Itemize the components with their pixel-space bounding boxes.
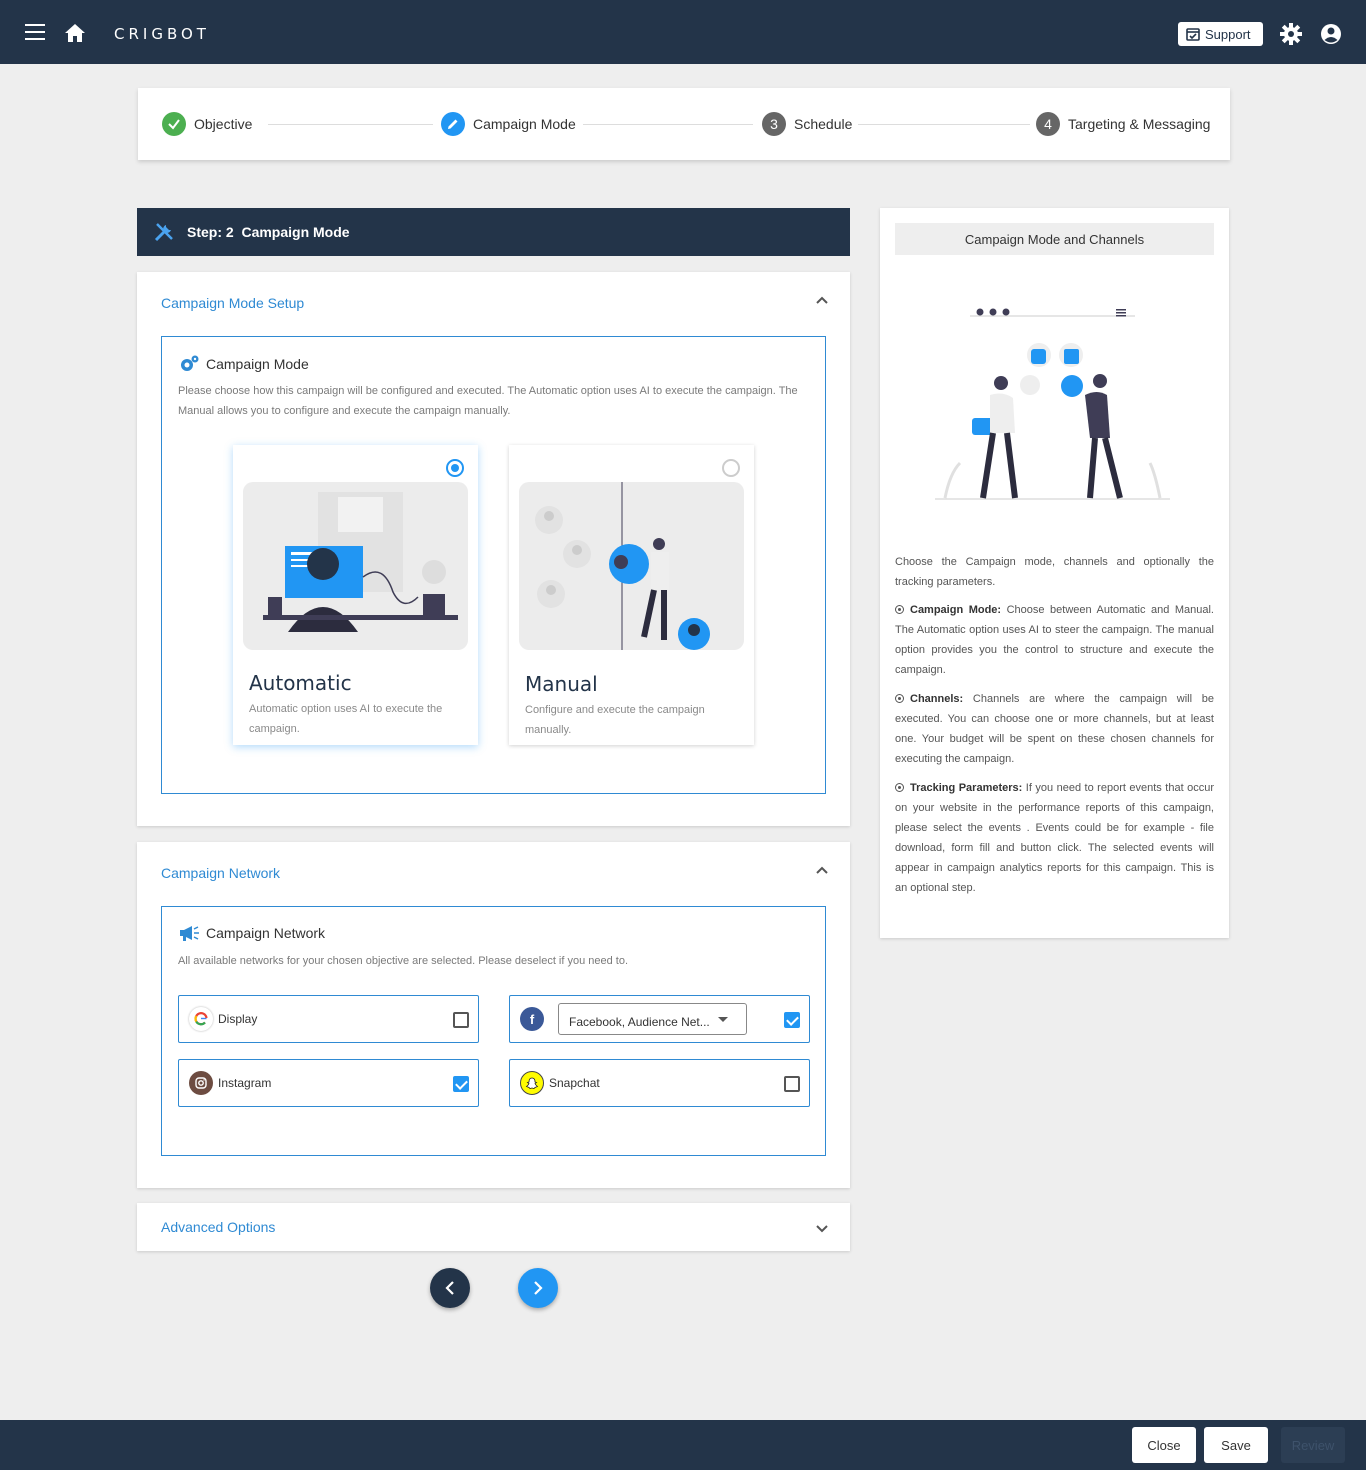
box-title: Campaign Network <box>206 925 326 941</box>
app-brand[interactable]: CRIGBOT <box>114 25 210 43</box>
info-item-channels: Channels: Channels are where the campaig… <box>895 689 1214 769</box>
mode-title: Manual <box>525 672 598 696</box>
network-label: Snapchat <box>549 1076 600 1090</box>
close-button[interactable]: Close <box>1132 1427 1196 1463</box>
step-label: Schedule <box>794 116 853 132</box>
radio-manual[interactable] <box>722 459 740 477</box>
info-text: If you need to report events that occur … <box>895 782 1215 894</box>
campaign-mode-setup-panel: Campaign Mode Setup Campaign Mode Please… <box>137 272 850 826</box>
step-header-label: Step: 2 Campaign Mode <box>187 224 350 240</box>
automatic-illustration <box>243 482 468 650</box>
campaign-mode-box: Campaign Mode Please choose how this cam… <box>161 336 826 794</box>
previous-step-button[interactable] <box>430 1268 470 1308</box>
review-button: Review <box>1281 1427 1345 1463</box>
chevron-right-icon <box>534 1281 543 1295</box>
info-intro: Choose the Campaign mode, channels and o… <box>895 556 1214 588</box>
top-app-bar: CRIGBOT Support <box>0 0 1366 64</box>
chevron-left-icon <box>445 1281 454 1295</box>
chevron-down-icon[interactable] <box>816 1225 828 1233</box>
step-header: Step: 2 Campaign Mode <box>137 208 850 256</box>
mode-card-manual[interactable]: Manual Configure and execute the campaig… <box>509 445 754 745</box>
social-channels-illustration <box>935 308 1170 500</box>
tools-icon <box>154 223 173 242</box>
radio-bullet-icon <box>895 605 904 614</box>
hamburger-menu-icon[interactable] <box>25 24 45 40</box>
facebook-placements-select[interactable]: Facebook, Audience Net... <box>558 1003 747 1035</box>
footer-bar: Close Save Review <box>0 1420 1366 1470</box>
info-item-campaign-mode: Campaign Mode: Choose between Automatic … <box>895 600 1214 680</box>
stepper-connector <box>268 124 433 125</box>
instagram-icon <box>189 1071 213 1095</box>
campaign-network-heading: Campaign Network <box>178 924 325 942</box>
caret-down-icon <box>718 1017 728 1022</box>
info-title: Campaign Mode and Channels <box>895 223 1214 255</box>
chevron-up-icon[interactable] <box>816 296 828 304</box>
campaign-mode-description: Please choose how this campaign will be … <box>178 385 798 417</box>
facebook-checkbox[interactable] <box>784 1012 800 1028</box>
step-schedule[interactable]: 3 Schedule <box>762 112 852 136</box>
step-targeting-messaging[interactable]: 4 Targeting & Messaging <box>1036 112 1210 136</box>
step-label: Objective <box>194 116 253 132</box>
megaphone-icon <box>180 926 199 941</box>
network-item-snapchat[interactable]: Snapchat <box>509 1059 810 1107</box>
radio-bullet-icon <box>895 694 904 703</box>
next-step-button[interactable] <box>518 1268 558 1308</box>
save-button[interactable]: Save <box>1204 1427 1268 1463</box>
account-circle-icon[interactable] <box>1320 23 1342 45</box>
network-label: Display <box>218 1012 258 1026</box>
radio-bullet-icon <box>895 783 904 792</box>
home-icon[interactable] <box>63 22 87 44</box>
select-value: Facebook, Audience Net... <box>569 1015 710 1029</box>
manual-illustration <box>519 482 744 650</box>
snapchat-checkbox[interactable] <box>784 1076 800 1092</box>
step-number-badge: 4 <box>1036 112 1060 136</box>
box-title: Campaign Mode <box>206 356 309 372</box>
instagram-checkbox[interactable] <box>453 1076 469 1092</box>
panel-title[interactable]: Advanced Options <box>161 1219 275 1235</box>
campaign-stepper: Objective Campaign Mode 3 Schedule 4 Tar… <box>138 88 1230 160</box>
edit-pencil-icon <box>441 112 465 136</box>
campaign-network-panel: Campaign Network Campaign Network All av… <box>137 842 850 1188</box>
network-item-instagram[interactable]: Instagram <box>178 1059 479 1107</box>
panel-title[interactable]: Campaign Mode Setup <box>161 295 304 311</box>
advanced-options-panel[interactable]: Advanced Options <box>137 1203 850 1251</box>
check-circle-icon <box>162 112 186 136</box>
campaign-mode-heading: Campaign Mode <box>178 354 309 374</box>
facebook-icon: f <box>520 1007 544 1031</box>
mode-description: Automatic option uses AI to execute the … <box>249 703 443 735</box>
snapchat-icon <box>520 1071 544 1095</box>
network-label: Instagram <box>218 1076 272 1090</box>
google-icon <box>189 1007 213 1031</box>
stepper-connector <box>583 124 753 125</box>
settings-gear-icon[interactable] <box>1280 23 1302 45</box>
campaign-network-box: Campaign Network All available networks … <box>161 906 826 1156</box>
panel-title[interactable]: Campaign Network <box>161 865 280 881</box>
network-description: All available networks for your chosen o… <box>178 955 629 967</box>
support-button[interactable]: Support <box>1178 22 1263 46</box>
help-info-card: Campaign Mode and Channels Choose the Ca… <box>880 208 1229 938</box>
stepper-connector <box>858 124 1030 125</box>
info-term: Campaign Mode: <box>910 604 1002 616</box>
network-item-facebook[interactable]: f Facebook, Audience Net... <box>509 995 810 1043</box>
chevron-up-icon[interactable] <box>816 866 828 874</box>
radio-automatic[interactable] <box>446 459 464 477</box>
step-number-badge: 3 <box>762 112 786 136</box>
info-item-tracking: Tracking Parameters: If you need to repo… <box>895 778 1214 898</box>
mode-description: Configure and execute the campaign manua… <box>525 704 705 736</box>
mode-title: Automatic <box>249 671 352 695</box>
step-label: Campaign Mode <box>473 116 576 132</box>
display-checkbox[interactable] <box>453 1012 469 1028</box>
support-label: Support <box>1205 26 1251 42</box>
step-objective[interactable]: Objective <box>162 112 252 136</box>
calendar-check-icon <box>1186 28 1200 41</box>
network-item-display[interactable]: Display <box>178 995 479 1043</box>
mode-card-automatic[interactable]: Automatic Automatic option uses AI to ex… <box>233 445 478 745</box>
cog-settings-icon <box>181 355 199 371</box>
info-term: Channels: <box>910 693 964 705</box>
step-label: Targeting & Messaging <box>1068 116 1211 132</box>
info-term: Tracking Parameters: <box>910 782 1023 794</box>
step-campaign-mode[interactable]: Campaign Mode <box>441 112 576 136</box>
